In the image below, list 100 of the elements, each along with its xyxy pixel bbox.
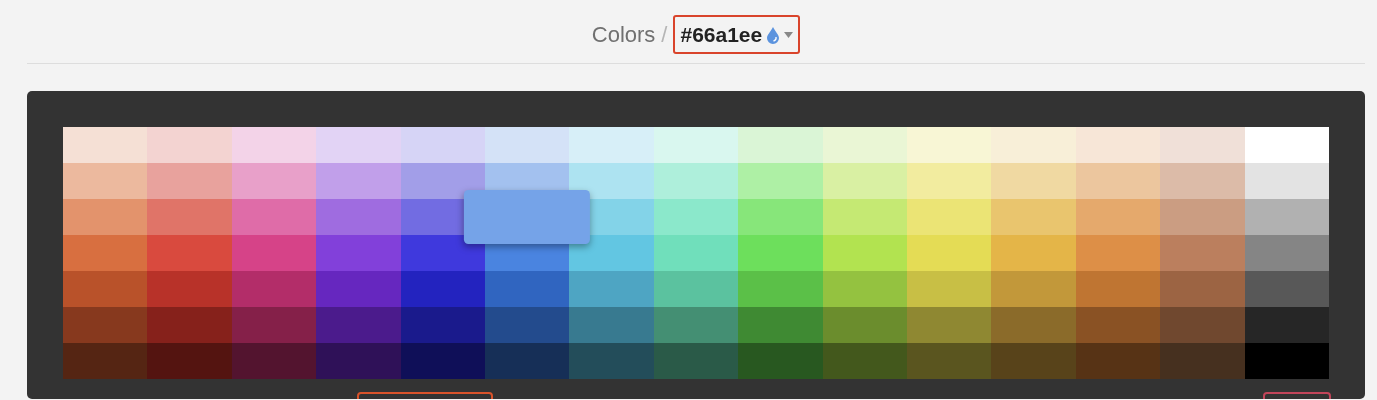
- color-swatch[interactable]: [1075, 235, 1161, 271]
- color-swatch[interactable]: [653, 307, 739, 343]
- color-swatch[interactable]: [907, 199, 992, 235]
- color-swatch[interactable]: [1160, 235, 1245, 271]
- color-swatch[interactable]: [1244, 307, 1329, 343]
- color-swatch[interactable]: [907, 343, 992, 379]
- color-swatch[interactable]: [653, 235, 739, 271]
- color-swatch[interactable]: [907, 307, 992, 343]
- color-swatch[interactable]: [991, 307, 1076, 343]
- color-swatch[interactable]: [1075, 163, 1161, 199]
- color-swatch[interactable]: [485, 127, 570, 163]
- color-swatch[interactable]: [231, 307, 317, 343]
- color-swatch[interactable]: [316, 127, 401, 163]
- color-swatch[interactable]: [738, 127, 823, 163]
- color-swatch[interactable]: [400, 163, 485, 199]
- color-swatch[interactable]: [569, 163, 654, 199]
- color-swatch[interactable]: [63, 343, 148, 379]
- color-swatch[interactable]: [738, 199, 823, 235]
- color-swatch[interactable]: [822, 235, 907, 271]
- color-swatch[interactable]: [991, 127, 1076, 163]
- color-swatch[interactable]: [1244, 199, 1329, 235]
- color-swatch[interactable]: [907, 127, 992, 163]
- color-swatch[interactable]: [231, 235, 317, 271]
- color-swatch[interactable]: [147, 307, 232, 343]
- breadcrumb-link[interactable]: Colors: [591, 18, 656, 51]
- color-swatch[interactable]: [63, 127, 148, 163]
- color-swatch[interactable]: [907, 235, 992, 271]
- color-swatch[interactable]: [1244, 235, 1329, 271]
- color-swatch[interactable]: [231, 127, 317, 163]
- color-swatch[interactable]: [1244, 127, 1329, 163]
- color-swatch[interactable]: [822, 307, 907, 343]
- color-swatch[interactable]: [991, 271, 1076, 307]
- color-swatch[interactable]: [147, 199, 232, 235]
- color-swatch[interactable]: [822, 199, 907, 235]
- color-swatch[interactable]: [231, 343, 317, 379]
- color-swatch[interactable]: [738, 235, 823, 271]
- color-swatch[interactable]: [1075, 199, 1161, 235]
- color-swatch[interactable]: [1160, 307, 1245, 343]
- color-swatch[interactable]: [653, 271, 739, 307]
- color-swatch[interactable]: [1244, 343, 1329, 379]
- color-swatch[interactable]: [1244, 271, 1329, 307]
- color-swatch[interactable]: [1244, 163, 1329, 199]
- color-swatch[interactable]: [991, 343, 1076, 379]
- color-swatch[interactable]: [400, 127, 485, 163]
- color-swatch[interactable]: [63, 163, 148, 199]
- color-swatch[interactable]: [147, 235, 232, 271]
- color-swatch[interactable]: [316, 343, 401, 379]
- color-swatch[interactable]: [991, 235, 1076, 271]
- color-swatch[interactable]: [1160, 127, 1245, 163]
- color-swatch[interactable]: [63, 235, 148, 271]
- color-swatch[interactable]: [738, 343, 823, 379]
- color-swatch[interactable]: [485, 271, 570, 307]
- color-swatch[interactable]: [1160, 163, 1245, 199]
- color-swatch[interactable]: [822, 163, 907, 199]
- color-swatch[interactable]: [316, 307, 401, 343]
- color-swatch[interactable]: [1075, 271, 1161, 307]
- color-swatch[interactable]: [653, 163, 739, 199]
- color-swatch[interactable]: [1160, 199, 1245, 235]
- color-swatch[interactable]: [1075, 307, 1161, 343]
- color-swatch[interactable]: [231, 199, 317, 235]
- color-swatch[interactable]: [991, 199, 1076, 235]
- color-swatch[interactable]: [1160, 271, 1245, 307]
- color-swatch[interactable]: [569, 235, 654, 271]
- color-swatch[interactable]: [400, 307, 485, 343]
- color-swatch[interactable]: [147, 127, 232, 163]
- color-swatch[interactable]: [991, 163, 1076, 199]
- color-dropdown[interactable]: #66a1ee: [673, 14, 801, 55]
- color-swatch[interactable]: [569, 343, 654, 379]
- color-swatch[interactable]: [63, 307, 148, 343]
- color-swatch[interactable]: [822, 127, 907, 163]
- color-swatch[interactable]: [63, 199, 148, 235]
- color-swatch[interactable]: [231, 271, 317, 307]
- color-swatch[interactable]: [822, 271, 907, 307]
- color-swatch[interactable]: [316, 199, 401, 235]
- color-swatch[interactable]: [738, 163, 823, 199]
- color-swatch[interactable]: [653, 343, 739, 379]
- color-swatch[interactable]: [1075, 343, 1161, 379]
- color-swatch[interactable]: [400, 235, 485, 271]
- color-swatch[interactable]: [1075, 127, 1161, 163]
- color-swatch[interactable]: [653, 199, 739, 235]
- color-swatch[interactable]: [1160, 343, 1245, 379]
- color-swatch[interactable]: [400, 271, 485, 307]
- color-swatch[interactable]: [569, 127, 654, 163]
- color-swatch[interactable]: [147, 343, 232, 379]
- color-swatch[interactable]: [147, 271, 232, 307]
- color-swatch[interactable]: [316, 235, 401, 271]
- color-swatch[interactable]: [485, 343, 570, 379]
- color-swatch[interactable]: [738, 307, 823, 343]
- color-swatch[interactable]: [147, 163, 232, 199]
- color-swatch[interactable]: [400, 343, 485, 379]
- color-swatch[interactable]: [316, 271, 401, 307]
- color-swatch[interactable]: [231, 163, 317, 199]
- color-swatch[interactable]: [653, 127, 739, 163]
- color-swatch[interactable]: [907, 163, 992, 199]
- color-swatch[interactable]: [569, 307, 654, 343]
- color-swatch[interactable]: [822, 343, 907, 379]
- color-swatch[interactable]: [569, 271, 654, 307]
- swatch-tooltip[interactable]: [463, 190, 591, 244]
- color-swatch[interactable]: [63, 271, 148, 307]
- color-swatch[interactable]: [738, 271, 823, 307]
